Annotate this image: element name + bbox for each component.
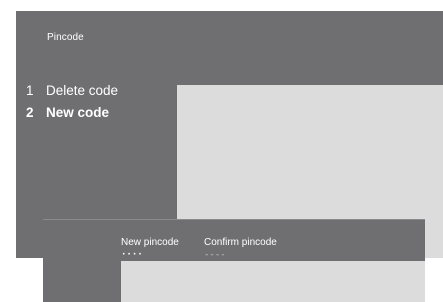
pincode-menu: 1 Delete code 2 New code [26, 83, 118, 127]
confirm-pincode-field[interactable]: Confirm pincode ---- [204, 237, 277, 260]
menu-item-number: 1 [26, 83, 34, 98]
confirm-pincode-label: Confirm pincode [204, 237, 277, 248]
confirm-pincode-value: ---- [204, 250, 226, 260]
menu-item-new-code[interactable]: 2 New code [26, 105, 118, 127]
page-title: Pincode [47, 32, 84, 43]
new-pincode-field[interactable]: New pincode ···· [121, 237, 179, 260]
menu-item-delete-code[interactable]: 1 Delete code [26, 83, 118, 105]
dialog-content-area [121, 261, 425, 302]
menu-item-label: Delete code [46, 83, 119, 98]
menu-item-label: New code [46, 105, 110, 120]
pincode-entry-dialog: New pincode ···· Confirm pincode ---- [43, 219, 425, 302]
new-pincode-value: ···· [121, 250, 143, 260]
new-pincode-label: New pincode [121, 237, 179, 248]
menu-item-number: 2 [26, 105, 34, 120]
